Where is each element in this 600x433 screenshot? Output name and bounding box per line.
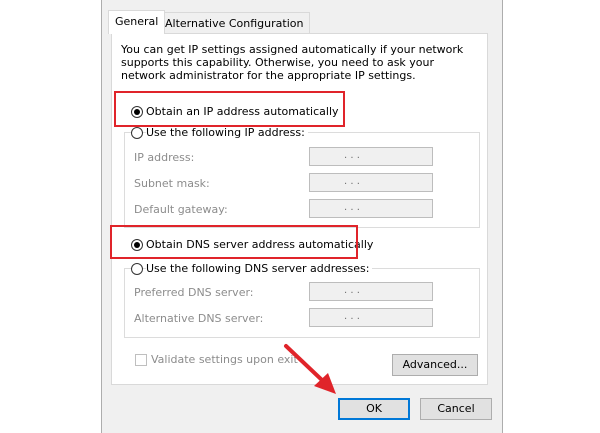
ip-address-input[interactable]: . . . (309, 147, 433, 166)
description-text: You can get IP settings assigned automat… (121, 43, 464, 82)
subnet-mask-input[interactable]: . . . (309, 173, 433, 192)
preferred-dns-input[interactable]: . . . (309, 282, 433, 301)
alternative-dns-input[interactable]: . . . (309, 308, 433, 327)
tab-general[interactable]: General (108, 10, 166, 34)
dns-server-group (124, 268, 480, 338)
highlight-box-dns-auto (110, 225, 358, 259)
red-arrow-icon (284, 344, 336, 394)
preferred-dns-label: Preferred DNS server: (134, 286, 254, 299)
ok-button[interactable]: OK (338, 398, 410, 420)
ip-address-label: IP address: (134, 151, 195, 164)
tab-alternative-configuration[interactable]: Alternative Configuration (158, 12, 311, 33)
use-following-dns-radio[interactable] (131, 263, 143, 275)
validate-label[interactable]: Validate settings upon exit (151, 353, 298, 366)
highlight-box-ip-auto (114, 91, 345, 127)
alternative-dns-label: Alternative DNS server: (134, 312, 264, 325)
subnet-mask-label: Subnet mask: (134, 177, 210, 190)
use-following-dns-label[interactable]: Use the following DNS server addresses: (146, 262, 373, 275)
default-gateway-label: Default gateway: (134, 203, 228, 216)
advanced-button[interactable]: Advanced... (392, 354, 478, 376)
cancel-button[interactable]: Cancel (420, 398, 492, 420)
ip-dots: . . . (344, 285, 360, 296)
ip-dots: . . . (344, 176, 360, 187)
ip-dots: . . . (344, 202, 360, 213)
ip-dots: . . . (344, 150, 360, 161)
validate-checkbox[interactable] (135, 354, 147, 366)
ip-dots: . . . (344, 311, 360, 322)
default-gateway-input[interactable]: . . . (309, 199, 433, 218)
use-following-ip-label[interactable]: Use the following IP address: (146, 126, 308, 139)
use-following-ip-radio[interactable] (131, 127, 143, 139)
